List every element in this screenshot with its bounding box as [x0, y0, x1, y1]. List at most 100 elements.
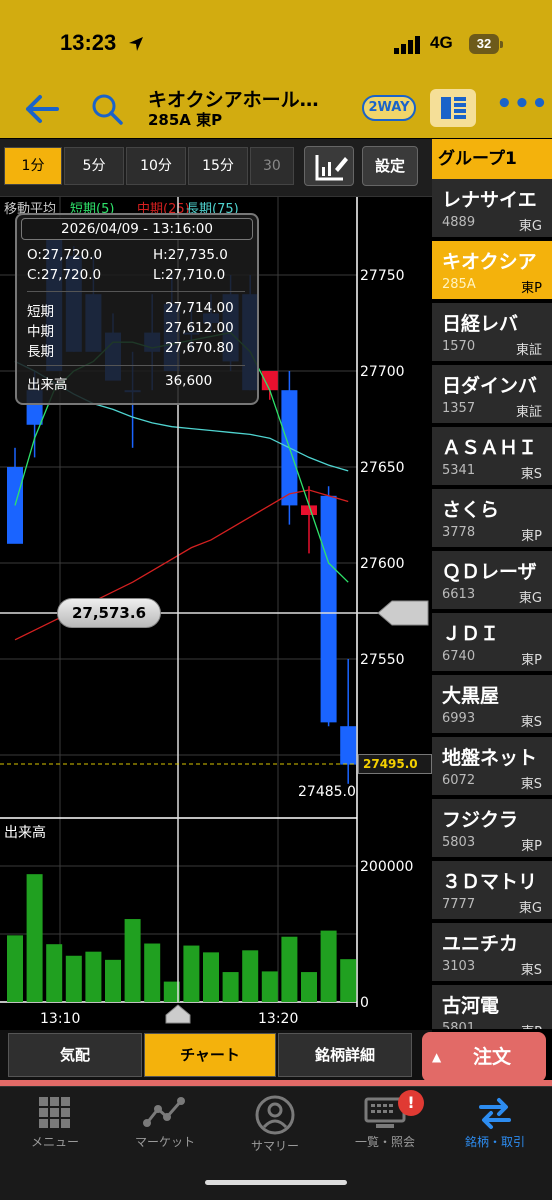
user-circle-icon	[255, 1095, 295, 1135]
app-header: キオクシアホール… 285A 東P 2WAY •••	[0, 80, 552, 138]
last-price-tag: 27495.0	[358, 754, 432, 774]
volume-bar	[183, 945, 200, 1002]
ohlc-mid-label: 中期	[27, 324, 54, 340]
watchlist-item-code: 6072	[442, 773, 476, 788]
volume-bar	[242, 950, 259, 1002]
ohlc-close: C:27,720.0	[27, 267, 102, 283]
stock-code-market: 285A 東P	[148, 111, 223, 129]
volume-bar	[144, 943, 161, 1002]
timeframe-bar: 1分 5分 10分 15分 30分 設定	[0, 139, 432, 197]
watchlist-item-market: 東P	[521, 529, 542, 544]
watchlist-item[interactable]: 地盤ネット 6072 東S	[432, 737, 552, 797]
volume-bar	[65, 955, 82, 1002]
watchlist-item[interactable]: レナサイエ 4889 東G	[432, 179, 552, 239]
volume-bar	[281, 936, 298, 1002]
watchlist-item[interactable]: 日経レバ 1570 東証	[432, 303, 552, 363]
tab-summary[interactable]: サマリー	[220, 1095, 330, 1165]
watchlist-item[interactable]: キオクシア 285A 東P	[432, 241, 552, 301]
tab-stock-trade[interactable]: 銘柄・取引	[440, 1095, 550, 1165]
chart-bottom-tabs: 気配 チャート 銘柄詳細	[0, 1030, 432, 1080]
watchlist-item-code: 7777	[442, 897, 476, 912]
watchlist-item-market: 東S	[520, 467, 542, 482]
price-tick-label: 27650	[360, 460, 405, 476]
timeframe-15min[interactable]: 15分	[188, 147, 248, 185]
crosshair-price-label[interactable]: 27,573.6	[57, 598, 161, 628]
watchlist-item-code: 285A	[442, 277, 476, 292]
watchlist-item-name: レナサイエ	[442, 189, 537, 211]
watchlist-item-code: 6613	[442, 587, 476, 602]
watchlist-item[interactable]: ＡＳＡＨＩ 5341 東S	[432, 427, 552, 487]
watchlist-item-name: 地盤ネット	[442, 747, 538, 769]
watchlist-group-tab[interactable]: グループ1	[432, 139, 552, 179]
tab-chart[interactable]: チャート	[144, 1033, 276, 1077]
price-tick-label: 27750	[360, 268, 405, 284]
low-price-label: 27485.0	[298, 784, 356, 800]
watchlist-item-code: 1570	[442, 339, 476, 354]
tab-menu-label: メニュー	[30, 1135, 79, 1149]
watchlist-item-market: 東G	[518, 591, 542, 606]
watchlist-sidebar: グループ1 レナサイエ 4889 東G キオクシア 285A 東P 日経レバ 1570 東証 日ダ…	[432, 139, 552, 1029]
watchlist-item[interactable]: フジクラ 5803 東P	[432, 799, 552, 859]
tab-summary-label: サマリー	[250, 1139, 299, 1153]
timeframe-10min[interactable]: 10分	[126, 147, 186, 185]
ohlc-low: L:27,710.0	[153, 267, 226, 283]
watchlist-item-market: 東S	[520, 777, 542, 792]
watchlist-item-code: 1357	[442, 401, 476, 416]
timeframe-5min[interactable]: 5分	[64, 147, 124, 185]
battery-tip	[500, 41, 503, 48]
order-label: 注文	[472, 1046, 511, 1068]
ohlc-long-value: 27,670.80	[165, 340, 234, 356]
search-icon[interactable]	[90, 92, 124, 126]
watchlist-item[interactable]: ３Ｄマトリ 7777 東G	[432, 861, 552, 921]
tab-market[interactable]: マーケット	[110, 1095, 220, 1165]
watchlist-item[interactable]: 日ダインバ 1357 東証	[432, 365, 552, 425]
ohlc-volume-value: 36,600	[165, 373, 213, 389]
volume-tick-label: 0	[360, 995, 369, 1011]
watchlist-item[interactable]: さくら 3778 東P	[432, 489, 552, 549]
candle-body	[340, 726, 357, 765]
updown-arrows-icon: ▲	[432, 1050, 442, 1064]
watchlist-item[interactable]: ＱＤレーザ 6613 東G	[432, 551, 552, 611]
volume-bar	[340, 959, 357, 1002]
volume-bar	[105, 959, 121, 1002]
watchlist-item[interactable]: 古河電 5801 東P	[432, 985, 552, 1029]
tab-list-inquiry-label: 一覧・照会	[354, 1135, 415, 1149]
tab-menu[interactable]: メニュー	[0, 1095, 110, 1165]
panel-layout-button[interactable]	[430, 89, 476, 127]
watchlist-item-name: ３Ｄマトリ	[442, 871, 538, 893]
tab-stock-detail[interactable]: 銘柄詳細	[278, 1033, 412, 1077]
tab-quote[interactable]: 気配	[8, 1033, 142, 1077]
volume-bar	[124, 919, 141, 1002]
ohlc-volume-label: 出来高	[27, 377, 68, 393]
watchlist-item[interactable]: ＪＤＩ 6740 東P	[432, 613, 552, 673]
ohlc-datetime: 2026/04/09 - 13:16:00	[21, 218, 253, 240]
watchlist-item-name: 日ダインバ	[442, 375, 538, 397]
stock-title: キオクシアホール…	[148, 89, 319, 111]
back-arrow-icon[interactable]	[24, 93, 60, 125]
watchlist-item[interactable]: 大黒屋 6993 東S	[432, 675, 552, 735]
watchlist-item-market: 東証	[515, 405, 542, 420]
settings-button[interactable]: 設定	[362, 146, 418, 186]
network-type: 4G	[430, 33, 453, 52]
watchlist-item-market: 東証	[515, 343, 542, 358]
timeframe-1min[interactable]: 1分	[4, 147, 62, 185]
watchlist-item[interactable]: ユニチカ 3103 東S	[432, 923, 552, 983]
candle-body	[320, 495, 337, 723]
watchlist-item-code: 6993	[442, 711, 476, 726]
watchlist-item-code: 4889	[442, 215, 476, 230]
order-button[interactable]: ▲ 注文	[422, 1032, 546, 1082]
more-options-icon[interactable]: •••	[496, 91, 548, 120]
volume-bar	[203, 952, 219, 1002]
watchlist-item-market: 東S	[520, 715, 542, 730]
watchlist-item-market: 東G	[518, 901, 542, 916]
timeframe-30min[interactable]: 30分	[250, 147, 294, 185]
watchlist-item-market: 東P	[521, 281, 542, 296]
indicator-button[interactable]	[304, 146, 354, 186]
time-tick-label: 13:20	[258, 1011, 298, 1027]
volume-bar	[26, 874, 43, 1002]
price-tick-label: 27550	[360, 652, 405, 668]
home-indicator	[205, 1180, 347, 1185]
tab-market-label: マーケット	[134, 1135, 195, 1149]
panel-layout-icon	[441, 97, 466, 119]
twoway-button[interactable]: 2WAY	[362, 95, 416, 121]
